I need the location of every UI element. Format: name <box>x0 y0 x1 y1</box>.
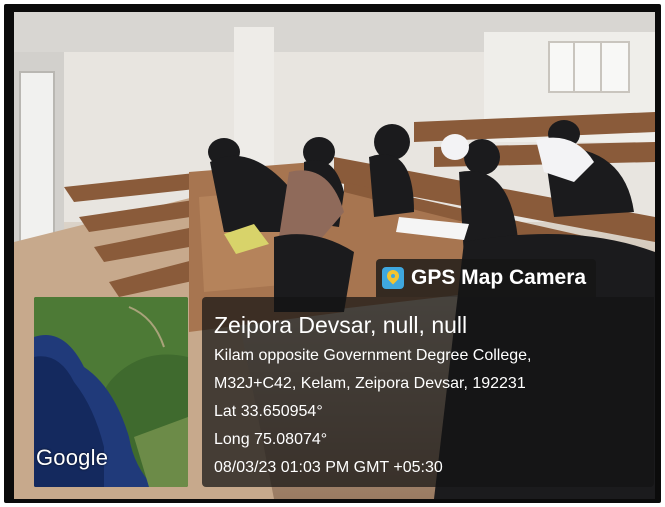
latitude: Lat 33.650954° <box>214 403 323 420</box>
timestamp: 08/03/23 01:03 PM GMT +05:30 <box>214 459 443 476</box>
location-info-panel: Zeipora Devsar, null, null Kilam opposit… <box>202 297 654 487</box>
gps-map-camera-icon <box>382 267 404 289</box>
google-logo: Google <box>36 445 109 470</box>
location-title: Zeipora Devsar, null, null <box>214 312 468 338</box>
location-map-thumbnail: Google <box>34 297 188 487</box>
address-line-2: M32J+C42, Kelam, Zeipora Devsar, 192231 <box>214 375 526 392</box>
longitude: Long 75.08074° <box>214 431 328 448</box>
address-line-1: Kilam opposite Government Degree College… <box>214 347 532 364</box>
app-name: GPS Map Camera <box>411 266 587 289</box>
gps-map-camera-badge: GPS Map Camera <box>376 259 597 297</box>
